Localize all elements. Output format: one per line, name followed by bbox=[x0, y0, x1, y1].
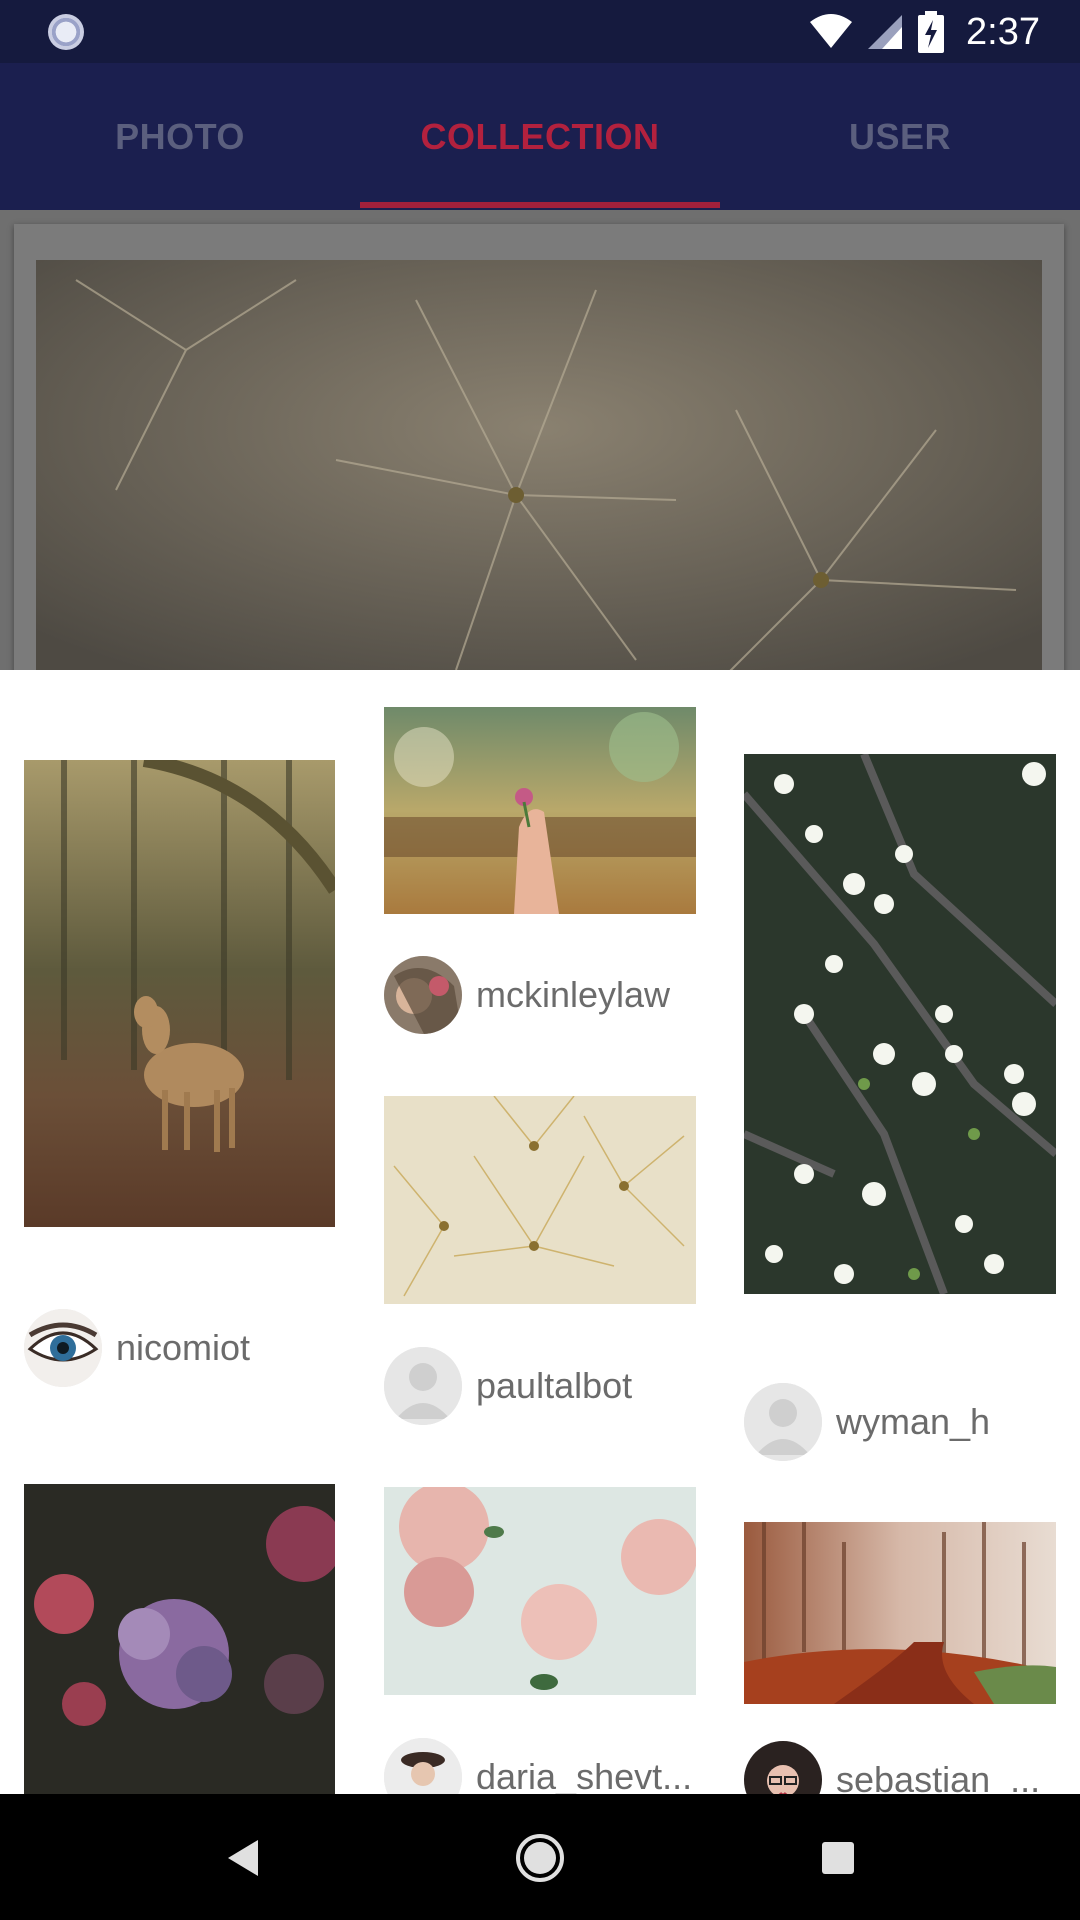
collection-cover-image[interactable] bbox=[36, 260, 1042, 680]
user-row-wyman_h[interactable]: wyman_h bbox=[744, 1382, 990, 1462]
recents-icon[interactable] bbox=[806, 1826, 870, 1890]
username[interactable]: paultalbot bbox=[476, 1365, 632, 1407]
tab-user[interactable]: USER bbox=[720, 63, 1080, 210]
avatar[interactable] bbox=[384, 1738, 462, 1794]
username[interactable]: daria_shevt... bbox=[476, 1756, 692, 1794]
photo-hand-flower[interactable] bbox=[384, 707, 696, 914]
sync-icon bbox=[48, 14, 84, 50]
avatar[interactable] bbox=[384, 956, 462, 1034]
photo-deer[interactable] bbox=[24, 760, 335, 1227]
wifi-icon bbox=[808, 14, 854, 50]
user-row-sebastian[interactable]: sebastian_... bbox=[744, 1740, 1040, 1794]
tab-indicator bbox=[360, 202, 720, 208]
collection-list bbox=[0, 210, 1080, 684]
status-bar: 2:37 bbox=[0, 0, 1080, 63]
username[interactable]: nicomiot bbox=[116, 1327, 250, 1369]
avatar[interactable] bbox=[24, 1309, 102, 1387]
photo-hydrangea[interactable] bbox=[24, 1484, 335, 1794]
signal-icon bbox=[868, 13, 904, 51]
username[interactable]: mckinleylaw bbox=[476, 974, 670, 1016]
user-row-nicomiot[interactable]: nicomiot bbox=[24, 1308, 250, 1388]
collection-card[interactable] bbox=[14, 224, 1064, 684]
system-nav-bar bbox=[0, 1794, 1080, 1920]
user-row-mckinleylaw[interactable]: mckinleylaw bbox=[384, 955, 670, 1035]
status-time: 2:37 bbox=[966, 10, 1040, 53]
avatar-placeholder[interactable] bbox=[744, 1383, 822, 1461]
photo-forest-path[interactable] bbox=[744, 1522, 1056, 1704]
bottom-sheet: nicomiot mckinleylaw paultalbot daria_sh… bbox=[0, 670, 1080, 1794]
photo-dandelion[interactable] bbox=[384, 1096, 696, 1304]
user-row-paultalbot[interactable]: paultalbot bbox=[384, 1346, 632, 1426]
tab-photo[interactable]: PHOTO bbox=[0, 63, 360, 210]
avatar[interactable] bbox=[744, 1741, 822, 1794]
app-bar: PHOTO COLLECTION USER bbox=[0, 63, 1080, 210]
username[interactable]: sebastian_... bbox=[836, 1759, 1040, 1794]
photo-blossom[interactable] bbox=[744, 754, 1056, 1294]
tab-collection[interactable]: COLLECTION bbox=[360, 63, 720, 210]
back-icon[interactable] bbox=[210, 1826, 274, 1890]
avatar-placeholder[interactable] bbox=[384, 1347, 462, 1425]
tab-bar: PHOTO COLLECTION USER bbox=[0, 63, 1080, 210]
status-icons: 2:37 bbox=[808, 8, 1040, 56]
home-icon[interactable] bbox=[508, 1826, 572, 1890]
photo-roses[interactable] bbox=[384, 1487, 696, 1695]
battery-charging-icon bbox=[918, 11, 945, 53]
username[interactable]: wyman_h bbox=[836, 1401, 990, 1443]
user-row-daria[interactable]: daria_shevt... bbox=[384, 1737, 692, 1794]
